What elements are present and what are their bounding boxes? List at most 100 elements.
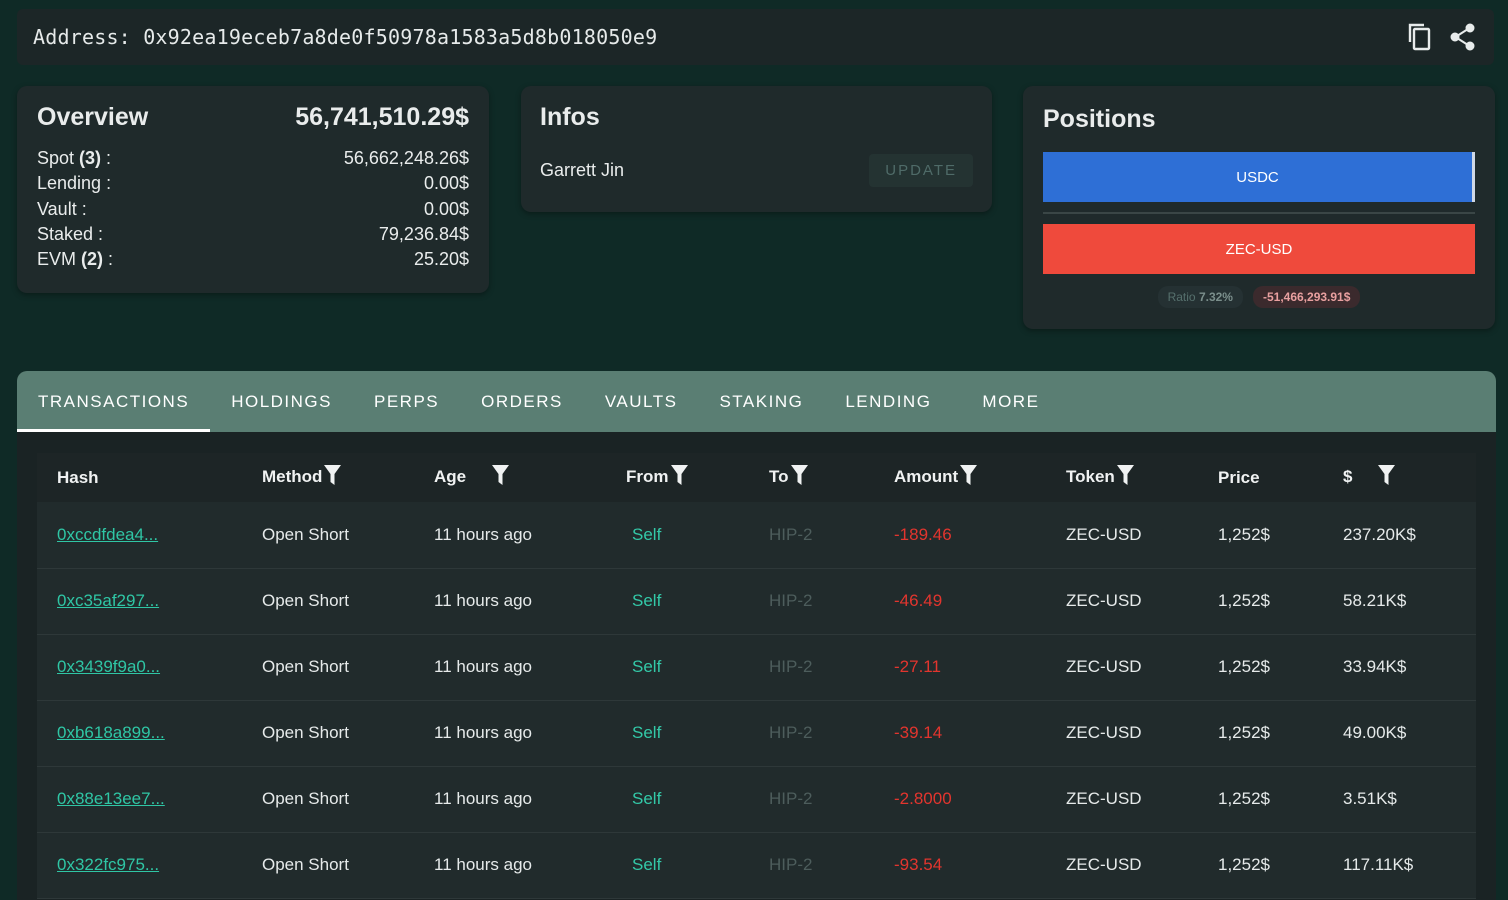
cell-age: 11 hours ago — [414, 502, 606, 569]
table-row[interactable]: 0x322fc975... Open Short 11 hours ago Se… — [37, 832, 1476, 899]
cell-from[interactable]: Self — [606, 502, 749, 569]
hash-link[interactable]: 0x3439f9a0... — [57, 657, 160, 676]
cell-token: ZEC-USD — [1046, 700, 1198, 767]
net-value-chip: -51,466,293.91$ — [1252, 286, 1361, 308]
address-text: Address: 0x92ea19eceb7a8de0f50978a1583a5… — [33, 25, 657, 49]
overview-row-evm: EVM (2) : 25.20$ — [37, 247, 469, 272]
positions-card: Positions USDC ZEC-USD Ratio 7.32% -51,4… — [1023, 86, 1495, 329]
hash-link[interactable]: 0xccdfdea4... — [57, 525, 158, 544]
filter-icon[interactable] — [960, 465, 978, 490]
overview-row-staked: Staked : 79,236.84$ — [37, 222, 469, 247]
cell-to: HIP-2 — [749, 568, 874, 635]
cell-usd: 3.51K$ — [1323, 766, 1476, 833]
col-label: Age — [434, 467, 467, 486]
overview-total: 56,741,510.29$ — [295, 102, 469, 131]
cell-from[interactable]: Self — [606, 700, 749, 767]
col-hash: Hash — [37, 453, 242, 502]
filter-icon[interactable] — [1116, 465, 1134, 490]
cell-amount: -39.14 — [874, 700, 1046, 767]
col-price: Price — [1198, 453, 1323, 502]
cell-amount: -93.54 — [874, 832, 1046, 899]
positions-divider — [1043, 212, 1475, 214]
overview-title: Overview — [37, 102, 149, 131]
overview-value: 79,236.84$ — [378, 224, 469, 245]
col-label: Method — [262, 467, 323, 486]
col-to: To — [749, 453, 874, 502]
overview-value: 56,662,248.26$ — [343, 148, 469, 169]
cell-age: 11 hours ago — [414, 634, 606, 701]
cell-price: 1,252$ — [1198, 634, 1323, 701]
hash-link[interactable]: 0xc35af297... — [57, 591, 159, 610]
position-short-bar[interactable]: ZEC-USD — [1043, 224, 1475, 274]
cell-age: 11 hours ago — [414, 766, 606, 833]
hash-link[interactable]: 0x88e13ee7... — [57, 789, 165, 808]
filter-icon[interactable] — [324, 465, 342, 490]
address-bar: Address: 0x92ea19eceb7a8de0f50978a1583a5… — [17, 9, 1494, 65]
table-row[interactable]: 0xb618a899... Open Short 11 hours ago Se… — [37, 700, 1476, 767]
update-button[interactable]: UPDATE — [869, 154, 973, 187]
transactions-table: Hash Method Age From To Amount Token Pri… — [37, 453, 1476, 899]
overview-label: Lending : — [37, 173, 112, 194]
cell-from[interactable]: Self — [606, 568, 749, 635]
tab-transactions[interactable]: TRANSACTIONS — [17, 371, 211, 432]
col-method: Method — [242, 453, 414, 502]
cell-token: ZEC-USD — [1046, 832, 1198, 899]
cell-to: HIP-2 — [749, 832, 874, 899]
cell-usd: 33.94K$ — [1323, 634, 1476, 701]
infos-title: Infos — [540, 103, 600, 131]
col-label: $ — [1343, 467, 1353, 486]
overview-card: Overview 56,741,510.29$ Spot (3) : 56,66… — [17, 86, 489, 293]
table-row[interactable]: 0xc35af297... Open Short 11 hours ago Se… — [37, 568, 1476, 635]
cell-price: 1,252$ — [1198, 832, 1323, 899]
cell-from[interactable]: Self — [606, 832, 749, 899]
col-from: From — [606, 453, 749, 502]
col-label: Price — [1218, 467, 1260, 487]
overview-label: Staked : — [37, 224, 104, 245]
cell-price: 1,252$ — [1198, 766, 1323, 833]
ratio-value: 7.32% — [1198, 290, 1233, 304]
cell-token: ZEC-USD — [1046, 568, 1198, 635]
tab-vaults[interactable]: VAULTS — [584, 371, 699, 432]
table-row[interactable]: 0xccdfdea4... Open Short 11 hours ago Se… — [37, 502, 1476, 569]
cell-token: ZEC-USD — [1046, 634, 1198, 701]
overview-row-vault: Vault : 0.00$ — [37, 197, 469, 222]
filter-icon[interactable] — [492, 465, 510, 490]
tab-lending[interactable]: LENDING — [824, 371, 952, 432]
ratio-label: Ratio — [1167, 290, 1196, 304]
address-label: Address: — [33, 25, 131, 49]
cell-method: Open Short — [242, 766, 414, 833]
col-label: Hash — [57, 467, 99, 487]
cell-amount: -46.49 — [874, 568, 1046, 635]
share-icon[interactable] — [1448, 22, 1478, 52]
tab-holdings[interactable]: HOLDINGS — [210, 371, 353, 432]
overview-value: 0.00$ — [423, 173, 469, 194]
tab-staking[interactable]: STAKING — [698, 371, 824, 432]
overview-count: (3) — [79, 148, 102, 169]
filter-icon[interactable] — [1378, 465, 1396, 490]
tab-perps[interactable]: PERPS — [353, 371, 460, 432]
copy-icon[interactable] — [1404, 22, 1434, 52]
cell-age: 11 hours ago — [414, 832, 606, 899]
cell-amount: -27.11 — [874, 634, 1046, 701]
overview-suffix: : — [103, 249, 114, 270]
cell-from[interactable]: Self — [606, 634, 749, 701]
col-age: Age — [414, 453, 606, 502]
hash-link[interactable]: 0xb618a899... — [57, 723, 165, 742]
table-row[interactable]: 0x3439f9a0... Open Short 11 hours ago Se… — [37, 634, 1476, 701]
overview-label: EVM — [37, 249, 77, 270]
tab-more[interactable]: MORE — [952, 371, 1060, 432]
position-long-bar[interactable]: USDC — [1043, 152, 1475, 202]
cell-age: 11 hours ago — [414, 700, 606, 767]
cell-method: Open Short — [242, 634, 414, 701]
hash-link[interactable]: 0x322fc975... — [57, 855, 159, 874]
infos-name: Garrett Jin — [540, 160, 625, 180]
tab-orders[interactable]: ORDERS — [460, 371, 584, 432]
col-label: Amount — [894, 467, 959, 486]
transactions-table-wrap: Hash Method Age From To Amount Token Pri… — [37, 453, 1476, 899]
cell-from[interactable]: Self — [606, 766, 749, 833]
filter-icon[interactable] — [670, 465, 688, 490]
col-label: Token — [1066, 467, 1115, 486]
cell-method: Open Short — [242, 502, 414, 569]
table-row[interactable]: 0x88e13ee7... Open Short 11 hours ago Se… — [37, 766, 1476, 833]
filter-icon[interactable] — [790, 465, 808, 490]
